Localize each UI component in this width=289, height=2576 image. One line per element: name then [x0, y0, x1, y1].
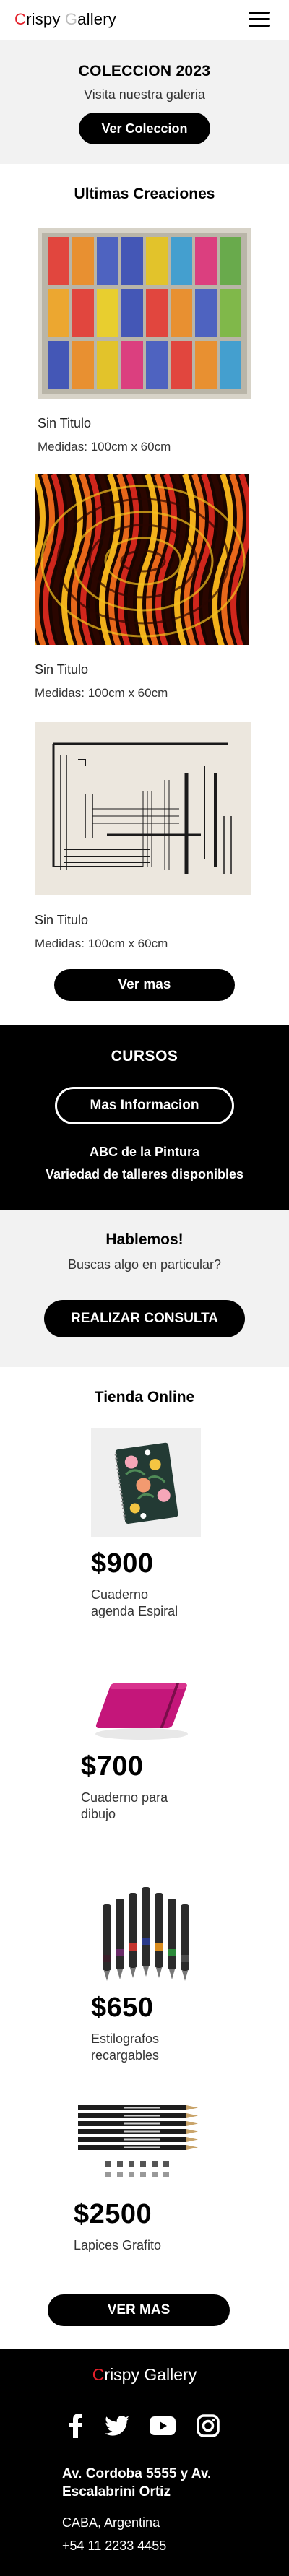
navbar: Crispy Gallery — [0, 0, 289, 40]
brand-text-1: rispy — [26, 10, 65, 28]
artwork-title: Sin Titulo — [35, 662, 89, 677]
product-card[interactable]: $900 Cuaderno agenda Espiral — [91, 1428, 201, 1620]
artwork-dimensions: Medidas: 100cm x 60cm — [35, 937, 168, 950]
realizar-consulta-button[interactable]: REALIZAR CONSULTA — [44, 1300, 245, 1337]
cursos-section: CURSOS Mas Informacion ABC de la Pintura… — [0, 1025, 289, 1210]
product-image-agenda — [91, 1428, 201, 1537]
youtube-icon[interactable] — [150, 2416, 176, 2439]
brand-text-2: allery — [77, 10, 116, 28]
artwork-image-colorblocks — [38, 228, 251, 399]
footer-phone[interactable]: +54 11 2233 4455 — [62, 2538, 166, 2554]
creaciones-section: Ultimas Creaciones Sin Titulo Medidas: 1… — [0, 164, 289, 1025]
mas-informacion-button[interactable]: Mas Informacion — [55, 1087, 234, 1124]
brand-logo[interactable]: Crispy Gallery — [14, 10, 116, 29]
product-name-line2: dibujo — [81, 1807, 116, 1821]
product-name-line1: Estilografos — [91, 2031, 160, 2046]
creaciones-title: Ultimas Creaciones — [74, 186, 215, 202]
cursos-line-abc: ABC de la Pintura — [89, 1145, 200, 1159]
artwork-card[interactable]: Sin Titulo Medidas: 100cm x 60cm — [38, 228, 251, 454]
tienda-ver-mas-button[interactable]: VER MAS — [48, 2294, 230, 2326]
ver-coleccion-button[interactable]: Ver Coleccion — [79, 113, 210, 144]
product-price: $650 — [91, 1992, 154, 2023]
artwork-title: Sin Titulo — [35, 913, 89, 927]
hero-title: COLECCION 2023 — [78, 63, 211, 79]
artwork-image-lines — [35, 722, 251, 895]
footer-brand-letter-c: C — [92, 2365, 105, 2384]
brand-letter-c: C — [14, 10, 27, 28]
ver-mas-button[interactable]: Ver mas — [54, 969, 235, 1001]
social-links — [68, 2413, 220, 2442]
product-price: $2500 — [74, 2199, 152, 2229]
product-name-line1: Cuaderno — [91, 1587, 149, 1602]
artwork-title: Sin Titulo — [38, 416, 92, 430]
cursos-line-talleres: Variedad de talleres disponibles — [45, 1167, 244, 1181]
product-image-estilografos — [91, 1883, 199, 1984]
artwork-card[interactable]: Sin Titulo Medidas: 100cm x 60cm — [35, 722, 251, 951]
instagram-icon[interactable] — [197, 2414, 220, 2441]
artwork-dimensions: Medidas: 100cm x 60cm — [38, 440, 171, 454]
product-card[interactable]: $2500 Lapices Grafito — [74, 2099, 205, 2254]
artwork-image-op-art — [35, 474, 249, 645]
product-card[interactable]: $650 Estilografos recargables — [91, 1883, 199, 2064]
tienda-title: Tienda Online — [94, 1389, 195, 1405]
product-price: $700 — [81, 1751, 144, 1782]
footer-brand-text: rispy Gallery — [104, 2365, 197, 2384]
product-name: Cuaderno para dibujo — [81, 1790, 204, 1823]
artwork-dimensions: Medidas: 100cm x 60cm — [35, 686, 168, 700]
footer: Crispy Gallery Av. Cordoba 5555 y Av. Es… — [0, 2349, 289, 2576]
footer-address: Av. Cordoba 5555 y Av. Escalabrini Ortiz — [62, 2465, 272, 2501]
product-image-lapices — [74, 2099, 205, 2193]
menu-icon[interactable] — [249, 12, 270, 27]
product-name-line1: Cuaderno para — [81, 1790, 168, 1805]
product-name: Cuaderno agenda Espiral — [91, 1587, 201, 1620]
artwork-card[interactable]: Sin Titulo Medidas: 100cm x 60cm — [35, 474, 249, 701]
product-name: Lapices Grafito — [74, 2238, 162, 2252]
product-name-line2: recargables — [91, 2048, 160, 2063]
product-card[interactable]: $700 Cuaderno para dibujo — [81, 1668, 204, 1823]
twitter-icon[interactable] — [104, 2415, 129, 2440]
product-image-cuaderno — [81, 1668, 204, 1747]
hablemos-section: Hablemos! Buscas algo en particular? REA… — [0, 1210, 289, 1367]
hero-section: COLECCION 2023 Visita nuestra galeria Ve… — [0, 40, 289, 164]
product-price: $900 — [91, 1548, 154, 1579]
address-line1: Av. Cordoba 5555 y Av. — [62, 2466, 212, 2481]
hablemos-title: Hablemos! — [105, 1231, 184, 1248]
product-name-line2: agenda Espiral — [91, 1604, 178, 1618]
brand-letter-g: G — [64, 10, 78, 28]
footer-city: CABA, Argentina — [62, 2515, 160, 2530]
hablemos-subtitle: Buscas algo en particular? — [67, 1257, 222, 1272]
facebook-icon[interactable] — [68, 2413, 84, 2442]
product-name: Estilografos recargables — [91, 2031, 199, 2064]
tienda-section: Tienda Online $900 Cuaderno agenda Espir… — [0, 1367, 289, 2349]
hero-subtitle: Visita nuestra galeria — [84, 87, 205, 102]
address-line2: Escalabrini Ortiz — [62, 2484, 171, 2499]
footer-brand[interactable]: Crispy Gallery — [0, 2365, 289, 2385]
cursos-title: CURSOS — [111, 1048, 178, 1064]
